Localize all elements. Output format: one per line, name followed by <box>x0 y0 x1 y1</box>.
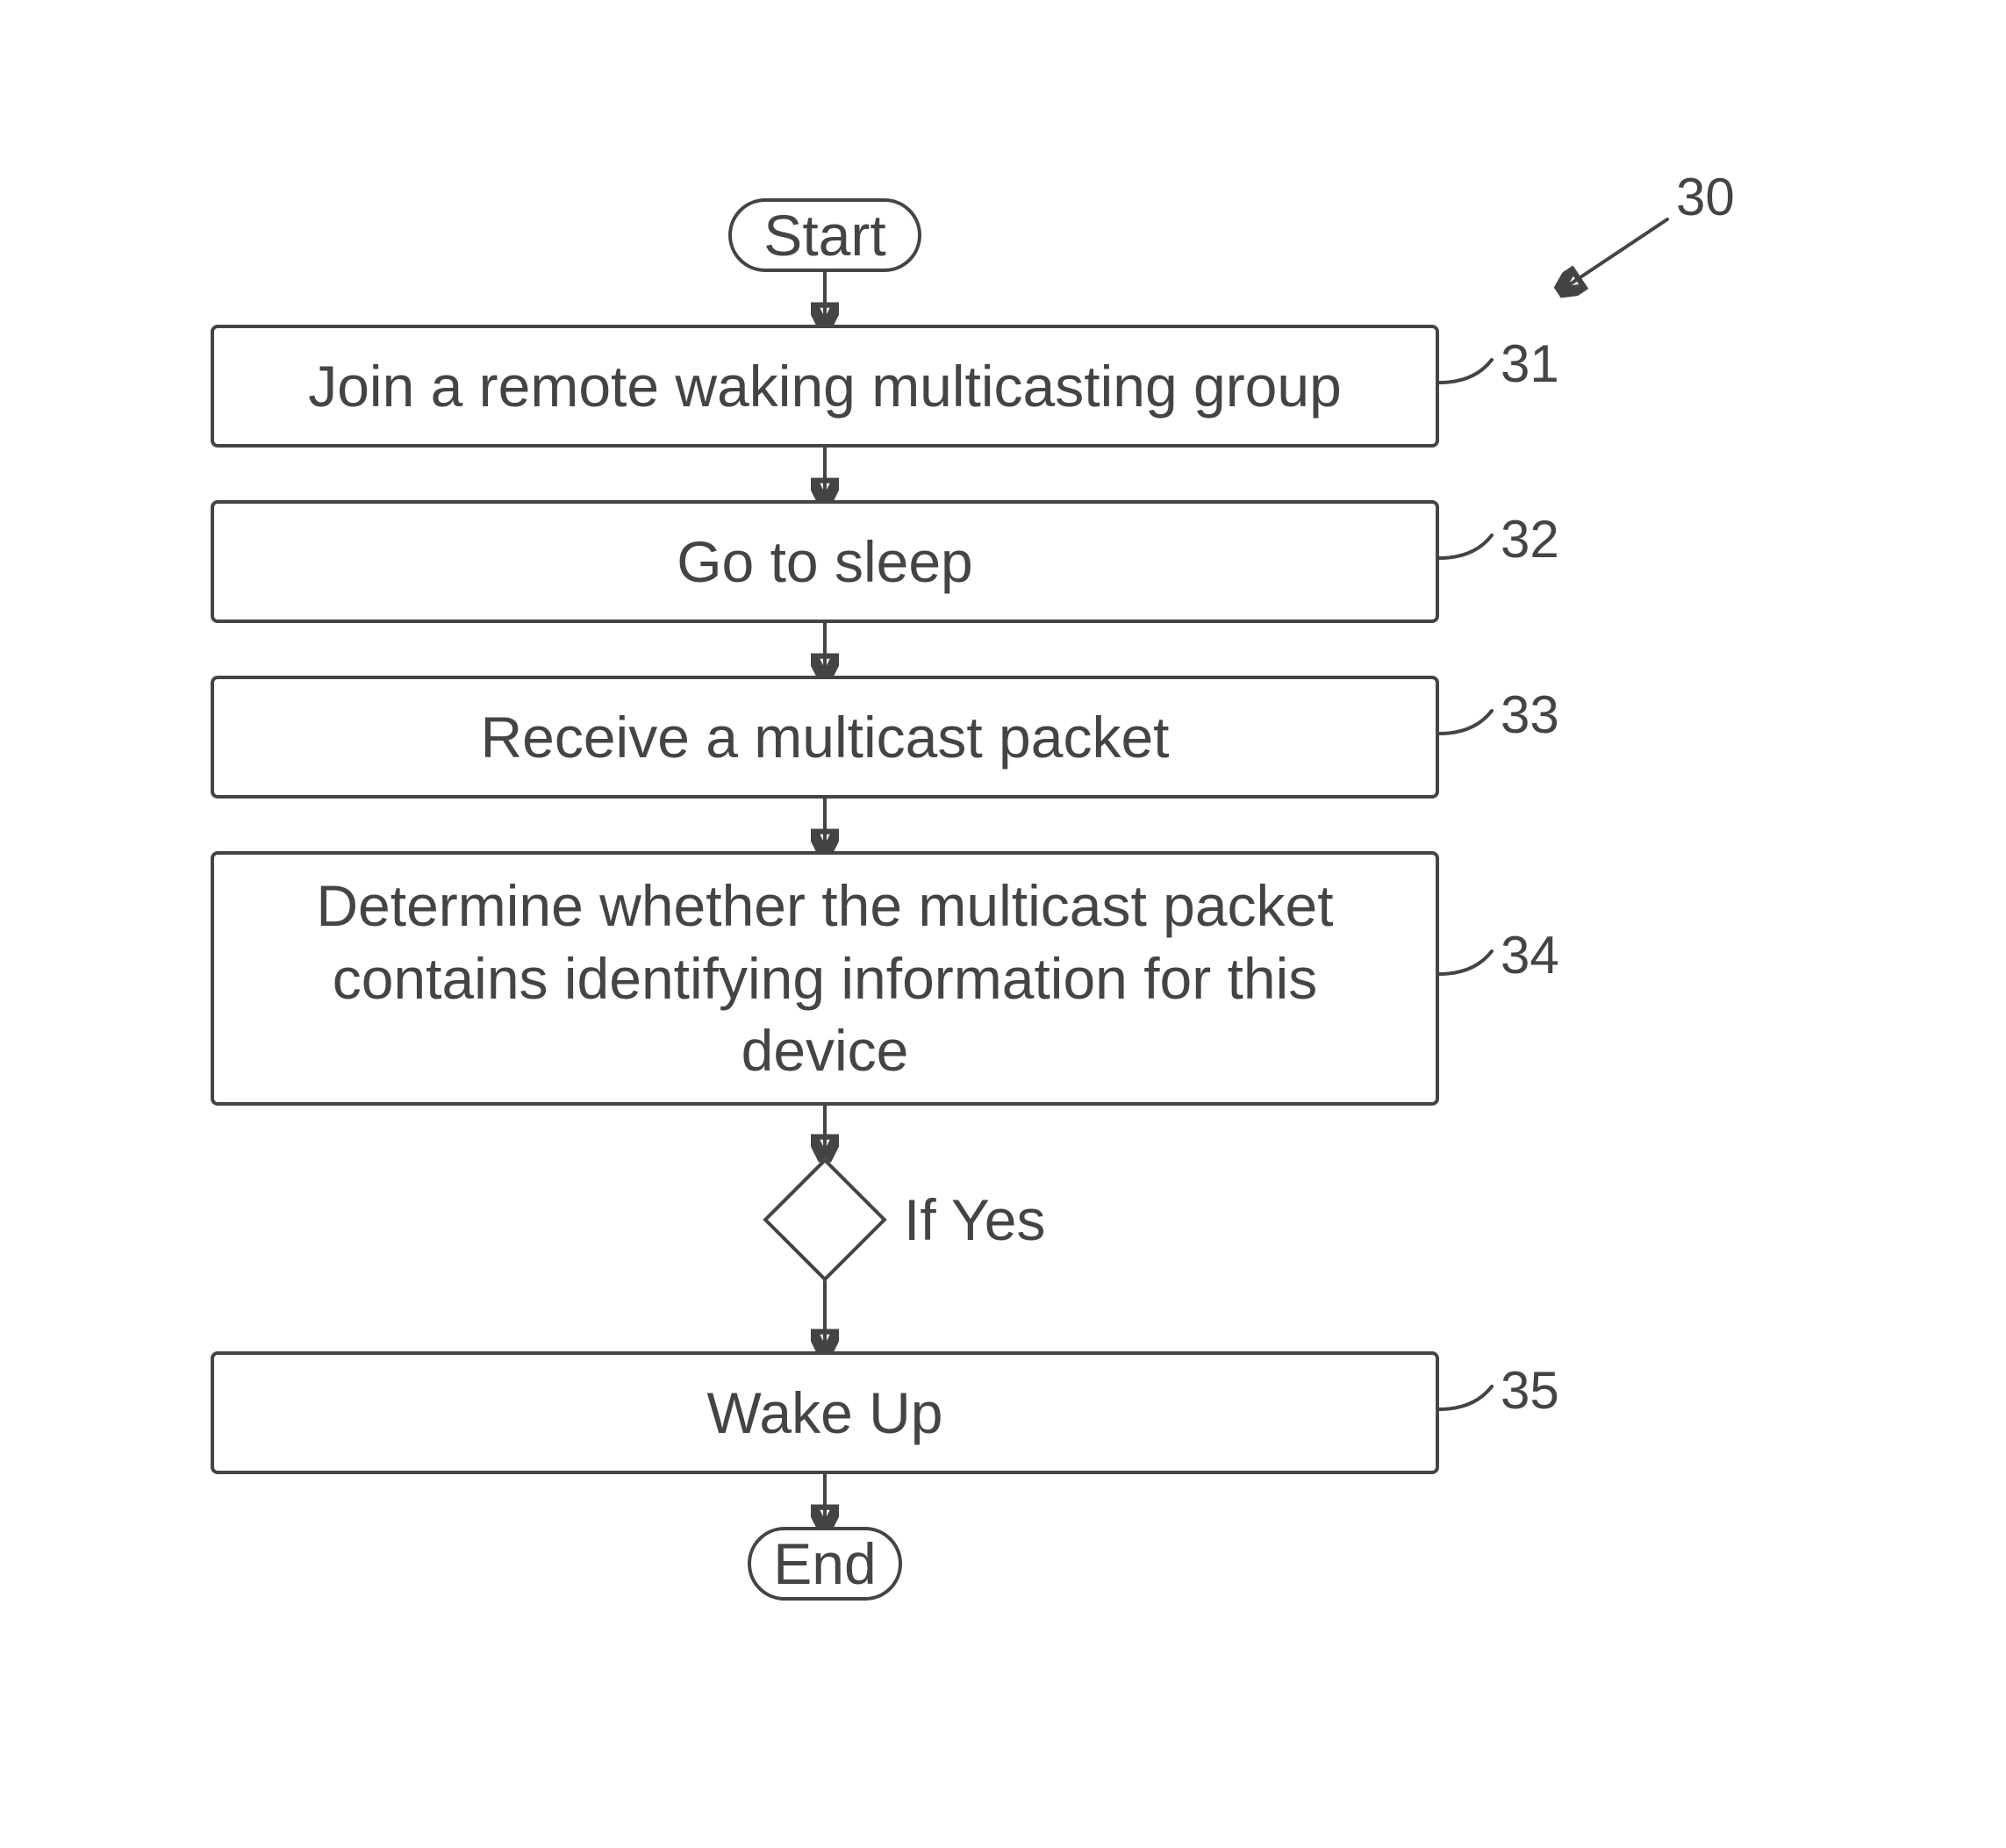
terminator-start: Start <box>728 198 921 272</box>
decision-diamond <box>763 1157 886 1281</box>
diagram-reference-number: 30 <box>1676 167 1735 227</box>
reference-number-35: 35 <box>1501 1360 1559 1421</box>
process-step-31: Join a remote waking multicasting group <box>211 325 1439 448</box>
process-step-34: Determine whether the multicast packet c… <box>211 851 1439 1106</box>
terminator-end-label: End <box>773 1530 876 1597</box>
process-step-35-label: Wake Up <box>707 1377 943 1450</box>
terminator-end: End <box>748 1527 902 1601</box>
reference-number-34: 34 <box>1501 925 1559 985</box>
reference-number-31: 31 <box>1501 333 1559 394</box>
process-step-33-label: Receive a multicast packet <box>480 701 1169 774</box>
process-step-33: Receive a multicast packet <box>211 676 1439 799</box>
process-step-34-label: Determine whether the multicast packet c… <box>272 870 1378 1087</box>
terminator-start-label: Start <box>763 202 885 269</box>
reference-number-33: 33 <box>1501 684 1559 745</box>
reference-number-32: 32 <box>1501 509 1559 569</box>
process-step-35: Wake Up <box>211 1351 1439 1474</box>
decision-branch-label: If Yes <box>904 1186 1046 1253</box>
process-step-32: Go to sleep <box>211 500 1439 623</box>
process-step-31-label: Join a remote waking multicasting group <box>308 350 1342 423</box>
flowchart-stage: 30 Start Join a remote waking multicasti… <box>0 0 2006 1848</box>
process-step-32-label: Go to sleep <box>677 526 973 598</box>
